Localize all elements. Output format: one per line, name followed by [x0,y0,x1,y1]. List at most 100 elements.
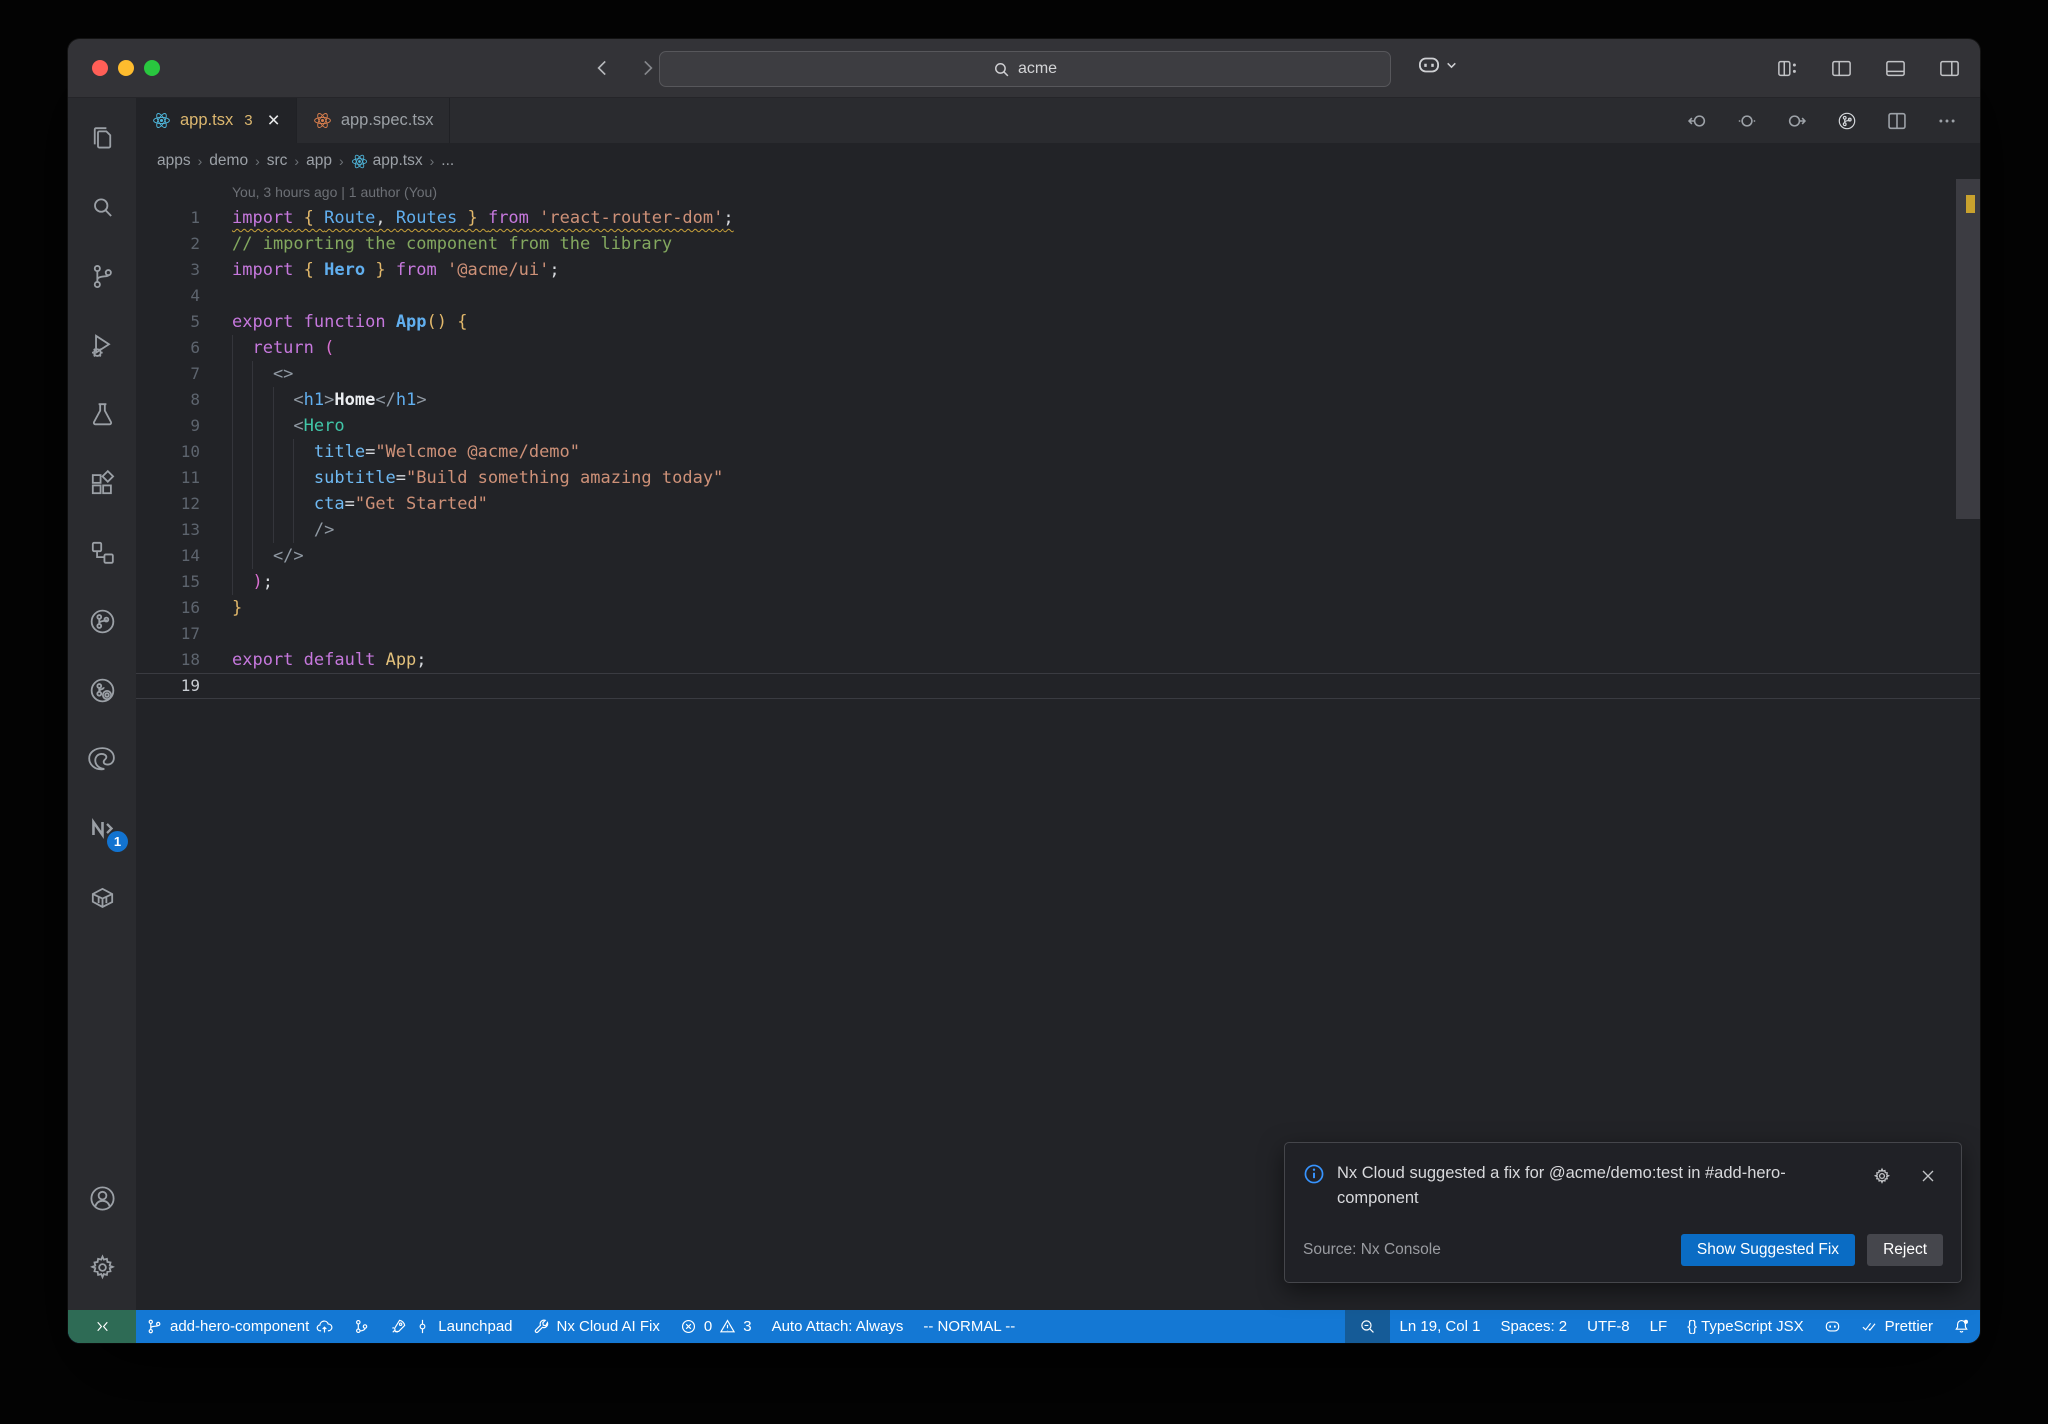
code-line-18[interactable]: 18 export default App; [136,647,1980,673]
statusbar-text: UTF-8 [1587,1318,1630,1335]
activity-item-project-graph[interactable] [78,526,126,578]
circle-branch-lens-icon [87,675,118,706]
tab-app.spec.tsx[interactable]: app.spec.tsx [297,98,451,143]
statusbar-nx-cloud-ai-fix-item[interactable]: Nx Cloud AI Fix [523,1310,670,1343]
toggle-secondary-sidebar-button[interactable] [1934,53,1964,83]
tab-app.tsx[interactable]: app.tsx 3 × [136,98,297,143]
code-line-17[interactable]: 17 [136,621,1980,647]
statusbar-launchpad-item[interactable]: Launchpad [380,1310,522,1343]
toggle-panel-button[interactable] [1880,53,1910,83]
breadcrumb-item-apptsx[interactable]: app.tsx [351,152,423,170]
statusbar-indentation-item[interactable]: Spaces: 2 [1490,1310,1577,1343]
breadcrumb-item-app[interactable]: app [306,152,332,170]
statusbar-remote-indicator[interactable] [68,1310,136,1343]
line-content [200,283,232,309]
code-line-16[interactable]: 16} [136,595,1980,621]
code-line-12[interactable]: 12 cta="Get Started" [136,491,1980,517]
statusbar-notifications-item[interactable] [1943,1310,1980,1343]
code-line-2[interactable]: 2 // importing the component from the lib… [136,231,1980,257]
code-line-11[interactable]: 11 subtitle="Build something amazing toda… [136,465,1980,491]
indent-guide [232,569,253,595]
code-line-10[interactable]: 10 title="Welcmoe @acme/demo" [136,439,1980,465]
code-line-7[interactable]: 7 <> [136,361,1980,387]
zoom-window-button[interactable] [144,60,160,76]
code-line-13[interactable]: 13/> [136,517,1980,543]
activity-item-accounts[interactable] [78,1172,126,1224]
activity-item-settings[interactable] [78,1241,126,1293]
statusbar-eol-item[interactable]: LF [1640,1310,1678,1343]
container-icon [87,882,118,913]
statusbar-prettier-item[interactable]: Prettier [1851,1310,1943,1343]
gitlens-previous-change-icon[interactable] [1682,106,1712,136]
code-line-19[interactable]: 19 [136,673,1980,699]
line-content: /> [200,517,334,543]
statusbar-problems-item[interactable]: 03 [670,1310,762,1343]
activity-item-explorer[interactable] [78,112,126,164]
activity-item-search[interactable] [78,181,126,233]
copilot-menu-button[interactable] [1416,52,1458,78]
copilot-icon [1418,57,1440,73]
activity-item-extensions[interactable] [78,457,126,509]
code-line-1[interactable]: 1 import { Route, Routes } from 'react-ro… [136,205,1980,231]
statusbar-vim-mode-item[interactable]: -- NORMAL -- [913,1310,1025,1343]
code-line-3[interactable]: 3 import { Hero } from '@acme/ui'; [136,257,1980,283]
history-forward-button[interactable] [632,53,662,83]
close-window-button[interactable] [92,60,108,76]
breadcrumb-item-demo[interactable]: demo [209,152,248,170]
activity-item-containers[interactable] [78,871,126,923]
activity-item-edge-tools[interactable] [78,733,126,785]
code-editor[interactable]: You, 3 hours ago | 1 author (You) 1 import… [136,179,1980,1310]
code-line-8[interactable]: 8 <h1>Home</h1> [136,387,1980,413]
statusbar-language-item[interactable]: {} TypeScript JSX [1677,1310,1813,1343]
indent-guide [293,439,314,465]
breadcrumb-label: ... [441,152,455,169]
toggle-primary-sidebar-button[interactable] [1826,53,1856,83]
line-content [200,674,232,698]
split-editor-icon[interactable] [1882,106,1912,136]
indent-guide [252,387,273,413]
statusbar-text: Launchpad [438,1318,513,1335]
statusbar-git-graph-item[interactable] [343,1310,380,1343]
line-number: 3 [190,260,200,279]
git-graph-icon[interactable] [1832,106,1862,136]
activity-item-testing[interactable] [78,388,126,440]
breadcrumb-item-[interactable]: ... [441,152,454,170]
breadcrumb-item-apps[interactable]: apps [157,152,191,170]
show-suggested-fix-button[interactable]: Show Suggested Fix [1680,1234,1856,1266]
editor-scrollbar[interactable] [1956,179,1980,519]
activity-item-source-control[interactable] [78,250,126,302]
activity-item-nx-console[interactable]: 1 [78,802,128,854]
indent-guide [272,491,294,517]
code-line-15[interactable]: 15); [136,569,1980,595]
history-back-button[interactable] [588,53,618,83]
statusbar-text: Auto Attach: Always [771,1318,904,1335]
code-line-5[interactable]: 5 export function App() { [136,309,1980,335]
activity-item-gitlens-inspect[interactable] [78,664,126,716]
code-line-4[interactable]: 4 [136,283,1980,309]
statusbar-copilot-item[interactable] [1814,1310,1851,1343]
statusbar-cursor-position-item[interactable]: Ln 19, Col 1 [1390,1310,1491,1343]
code-line-9[interactable]: 9 <Hero [136,413,1980,439]
statusbar-auto-attach-item[interactable]: Auto Attach: Always [762,1310,914,1343]
notification-close-icon[interactable] [1913,1161,1943,1191]
reject-button[interactable]: Reject [1867,1234,1943,1266]
customize-layout-button[interactable] [1772,53,1802,83]
breadcrumb-item-src[interactable]: src [267,152,288,170]
activity-item-git-graph[interactable] [78,595,126,647]
statusbar-branch-item[interactable]: add-hero-component [136,1310,343,1343]
react-blue-icon [152,111,171,130]
code-line-14[interactable]: 14 </> [136,543,1980,569]
statusbar-zoom-item[interactable] [1344,1310,1390,1343]
code-line-6[interactable]: 6 return ( [136,335,1980,361]
indent-guide [293,517,314,543]
gitlens-next-change-icon[interactable] [1782,106,1812,136]
activity-item-run-debug[interactable] [78,319,126,371]
more-actions-icon[interactable] [1932,106,1962,136]
gitlens-changes-icon[interactable] [1732,106,1762,136]
notification-settings-icon[interactable] [1867,1161,1897,1191]
activity-badge: 1 [107,831,128,852]
tab-close-icon[interactable]: × [268,110,280,131]
command-center-search[interactable]: acme [659,51,1391,87]
minimize-window-button[interactable] [118,60,134,76]
statusbar-encoding-item[interactable]: UTF-8 [1577,1310,1640,1343]
